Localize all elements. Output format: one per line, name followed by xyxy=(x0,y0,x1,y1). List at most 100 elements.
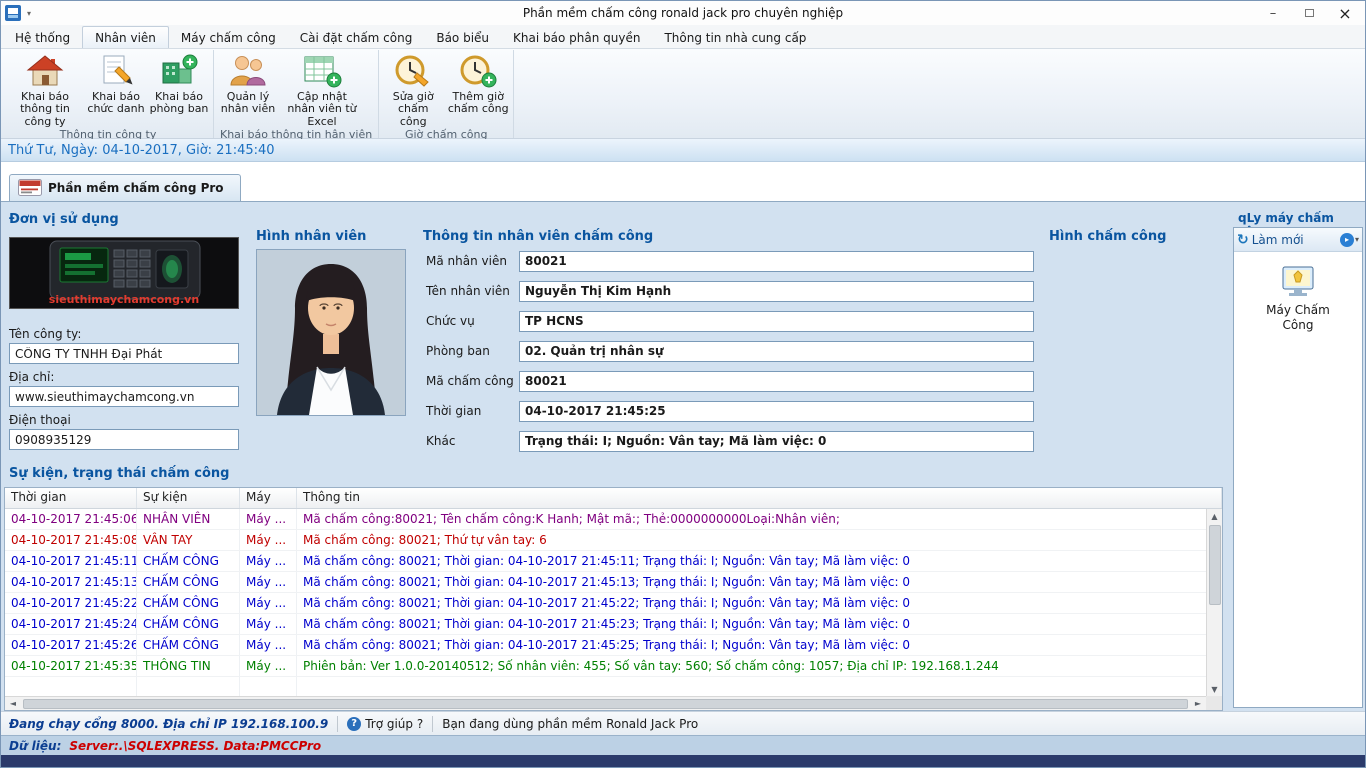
table-row[interactable]: 04-10-2017 21:45:11 CHẤM CÔNG Máy ... Mã… xyxy=(5,551,1222,572)
scroll-down-icon[interactable]: ▼ xyxy=(1207,682,1223,696)
cell-machine: Máy ... xyxy=(240,635,297,655)
cell-time: 04-10-2017 21:45:22 xyxy=(5,593,137,613)
employee-id-field[interactable] xyxy=(519,251,1034,272)
employee-photo xyxy=(256,249,406,416)
window-title: Phần mềm chấm công ronald jack pro chuyê… xyxy=(1,6,1365,20)
scrollbar-corner xyxy=(1206,696,1222,710)
cell-machine: Máy ... xyxy=(240,614,297,634)
company-name-field[interactable] xyxy=(9,343,239,364)
form-row: Khác xyxy=(426,426,1034,456)
cell-info: Mã chấm công: 80021; Thứ tự vân tay: 6 xyxy=(297,530,1222,550)
status-bar: Đang chạy cổng 8000. Địa chỉ IP 192.168.… xyxy=(1,711,1365,735)
cell-event: NHÂN VIÊN xyxy=(137,509,240,529)
ribbon-group-cong-ty: Khai báo thông tin công ty Khai báo chức… xyxy=(3,50,214,138)
section-header-hinh-nhan-vien: Hình nhân viên xyxy=(256,229,366,244)
manage-employees-button[interactable]: Quản lý nhân viên xyxy=(216,50,280,116)
time-label: Thời gian xyxy=(426,404,519,418)
tab-phan-mem-cham-cong-pro[interactable]: Phần mềm chấm công Pro xyxy=(9,174,241,201)
section-header-hinh-cham-cong: Hình chấm công xyxy=(1049,229,1166,244)
menu-tab-nhan-vien[interactable]: Nhân viên xyxy=(82,26,169,48)
cell-time: 04-10-2017 21:45:24 xyxy=(5,614,137,634)
update-from-excel-button[interactable]: Cập nhật nhân viên từ Excel xyxy=(280,50,364,128)
column-header-thong-tin[interactable]: Thông tin xyxy=(297,488,1222,508)
options-circle-icon: ▸ xyxy=(1340,233,1354,247)
datetime-bar: Thứ Tư, Ngày: 04-10-2017, Giờ: 21:45:40 xyxy=(1,139,1365,162)
column-header-su-kien[interactable]: Sự kiện xyxy=(137,488,240,508)
column-header-thoi-gian[interactable]: Thời gian xyxy=(5,488,137,508)
phone-field[interactable] xyxy=(9,429,239,450)
department-field[interactable] xyxy=(519,341,1034,362)
toolbar-options-button[interactable]: ▸ ▾ xyxy=(1340,233,1359,247)
document-pencil-icon xyxy=(99,53,133,89)
machine-list-item[interactable]: Máy Chấm Công xyxy=(1234,264,1362,333)
table-row[interactable]: 04-10-2017 21:45:35 THÔNG TIN Máy ... Ph… xyxy=(5,656,1222,677)
cell-time: 04-10-2017 21:45:06 xyxy=(5,509,137,529)
vertical-scrollbar[interactable]: ▲ ▼ xyxy=(1206,509,1222,696)
datetime-text: Thứ Tư, Ngày: 04-10-2017, Giờ: 21:45:40 xyxy=(8,143,275,158)
ribbon-group-nhan-vien: Quản lý nhân viên Cập nhật nhân viên từ … xyxy=(214,50,379,138)
time-field[interactable] xyxy=(519,401,1034,422)
company-info-button[interactable]: Khai báo thông tin công ty xyxy=(5,50,85,128)
events-table: Thời gian Sự kiện Máy Thông tin 04-10-20… xyxy=(4,487,1223,711)
scroll-thumb[interactable] xyxy=(1209,525,1221,605)
ribbon-button-label: Sửa giờ chấm công xyxy=(383,91,443,128)
attendance-id-field[interactable] xyxy=(519,371,1034,392)
table-row[interactable]: 04-10-2017 21:45:26 CHẤM CÔNG Máy ... Mã… xyxy=(5,635,1222,656)
employee-name-field[interactable] xyxy=(519,281,1034,302)
help-link[interactable]: ? Trợ giúp ? xyxy=(347,717,423,731)
table-row[interactable]: 04-10-2017 21:45:22 CHẤM CÔNG Máy ... Mã… xyxy=(5,593,1222,614)
close-button[interactable]: × xyxy=(1327,2,1363,24)
maximize-button[interactable] xyxy=(1291,2,1327,24)
column-header-may[interactable]: Máy xyxy=(240,488,297,508)
position-label: Chức vụ xyxy=(426,314,519,328)
ribbon-button-label: Cập nhật nhân viên từ Excel xyxy=(282,91,362,128)
table-row[interactable]: 04-10-2017 21:45:13 CHẤM CÔNG Máy ... Mã… xyxy=(5,572,1222,593)
scroll-up-icon[interactable]: ▲ xyxy=(1207,509,1223,523)
cell-event: THÔNG TIN xyxy=(137,656,240,676)
cell-machine: Máy ... xyxy=(240,572,297,592)
edit-time-button[interactable]: Sửa giờ chấm công xyxy=(381,50,445,128)
form-row: Thời gian xyxy=(426,396,1034,426)
horizontal-scrollbar[interactable]: ◄ ► xyxy=(5,696,1206,710)
job-title-button[interactable]: Khai báo chức danh xyxy=(85,50,147,116)
table-row[interactable]: 04-10-2017 21:45:08 VÂN TAY Máy ... Mã c… xyxy=(5,530,1222,551)
cell-machine: Máy ... xyxy=(240,551,297,571)
table-row[interactable]: 04-10-2017 21:45:24 CHẤM CÔNG Máy ... Mã… xyxy=(5,614,1222,635)
ribbon-button-label: Khai báo chức danh xyxy=(87,91,145,116)
menu-tab-may-cham-cong[interactable]: Máy chấm công xyxy=(169,27,288,48)
menu-tab-cai-dat[interactable]: Cài đặt chấm công xyxy=(288,27,425,48)
refresh-button[interactable]: ↻ Làm mới xyxy=(1237,233,1304,247)
menu-tab-phan-quyen[interactable]: Khai báo phân quyền xyxy=(501,27,652,48)
menu-tab-he-thong[interactable]: Hệ thống xyxy=(3,27,82,48)
other-field[interactable] xyxy=(519,431,1034,452)
cell-time: 04-10-2017 21:45:26 xyxy=(5,635,137,655)
title-bar: ▾ Phần mềm chấm công ronald jack pro chu… xyxy=(1,1,1365,25)
cell-info: Mã chấm công: 80021; Thời gian: 04-10-20… xyxy=(297,572,1222,592)
form-row: Phòng ban xyxy=(426,336,1034,366)
attendance-id-label: Mã chấm công xyxy=(426,374,519,388)
menu-tab-bao-bieu[interactable]: Báo biểu xyxy=(424,27,501,48)
scroll-left-icon[interactable]: ◄ xyxy=(5,697,21,711)
department-button[interactable]: Khai báo phòng ban xyxy=(147,50,211,116)
cell-time: 04-10-2017 21:45:11 xyxy=(5,551,137,571)
scroll-right-icon[interactable]: ► xyxy=(1190,697,1206,711)
ribbon-button-label: Khai báo phòng ban xyxy=(149,91,209,116)
quick-access-arrow-icon[interactable]: ▾ xyxy=(27,9,31,18)
cell-info: Mã chấm công: 80021; Thời gian: 04-10-20… xyxy=(297,551,1222,571)
status-port-text: Đang chạy cổng 8000. Địa chỉ IP 192.168.… xyxy=(9,717,328,731)
database-bar: Dữ liệu: Server:.\SQLEXPRESS. Data:PMCCP… xyxy=(1,735,1365,755)
document-tab-strip: Phần mềm chấm công Pro xyxy=(1,172,1365,202)
table-row[interactable]: 04-10-2017 21:45:06 NHÂN VIÊN Máy ... Mã… xyxy=(5,509,1222,530)
position-field[interactable] xyxy=(519,311,1034,332)
cell-event: CHẤM CÔNG xyxy=(137,614,240,634)
cell-machine: Máy ... xyxy=(240,530,297,550)
address-field[interactable] xyxy=(9,386,239,407)
table-row-empty xyxy=(5,677,1222,698)
add-time-button[interactable]: Thêm giờ chấm công xyxy=(445,50,511,116)
form-row: Tên nhân viên xyxy=(426,276,1034,306)
section-header-thong-tin-nhan-vien: Thông tin nhân viên chấm công xyxy=(423,229,653,244)
scroll-thumb[interactable] xyxy=(23,699,1188,709)
menu-tab-nha-cung-cap[interactable]: Thông tin nhà cung cấp xyxy=(652,27,818,48)
chevron-down-icon: ▾ xyxy=(1355,235,1359,244)
minimize-button[interactable]: – xyxy=(1255,2,1291,24)
